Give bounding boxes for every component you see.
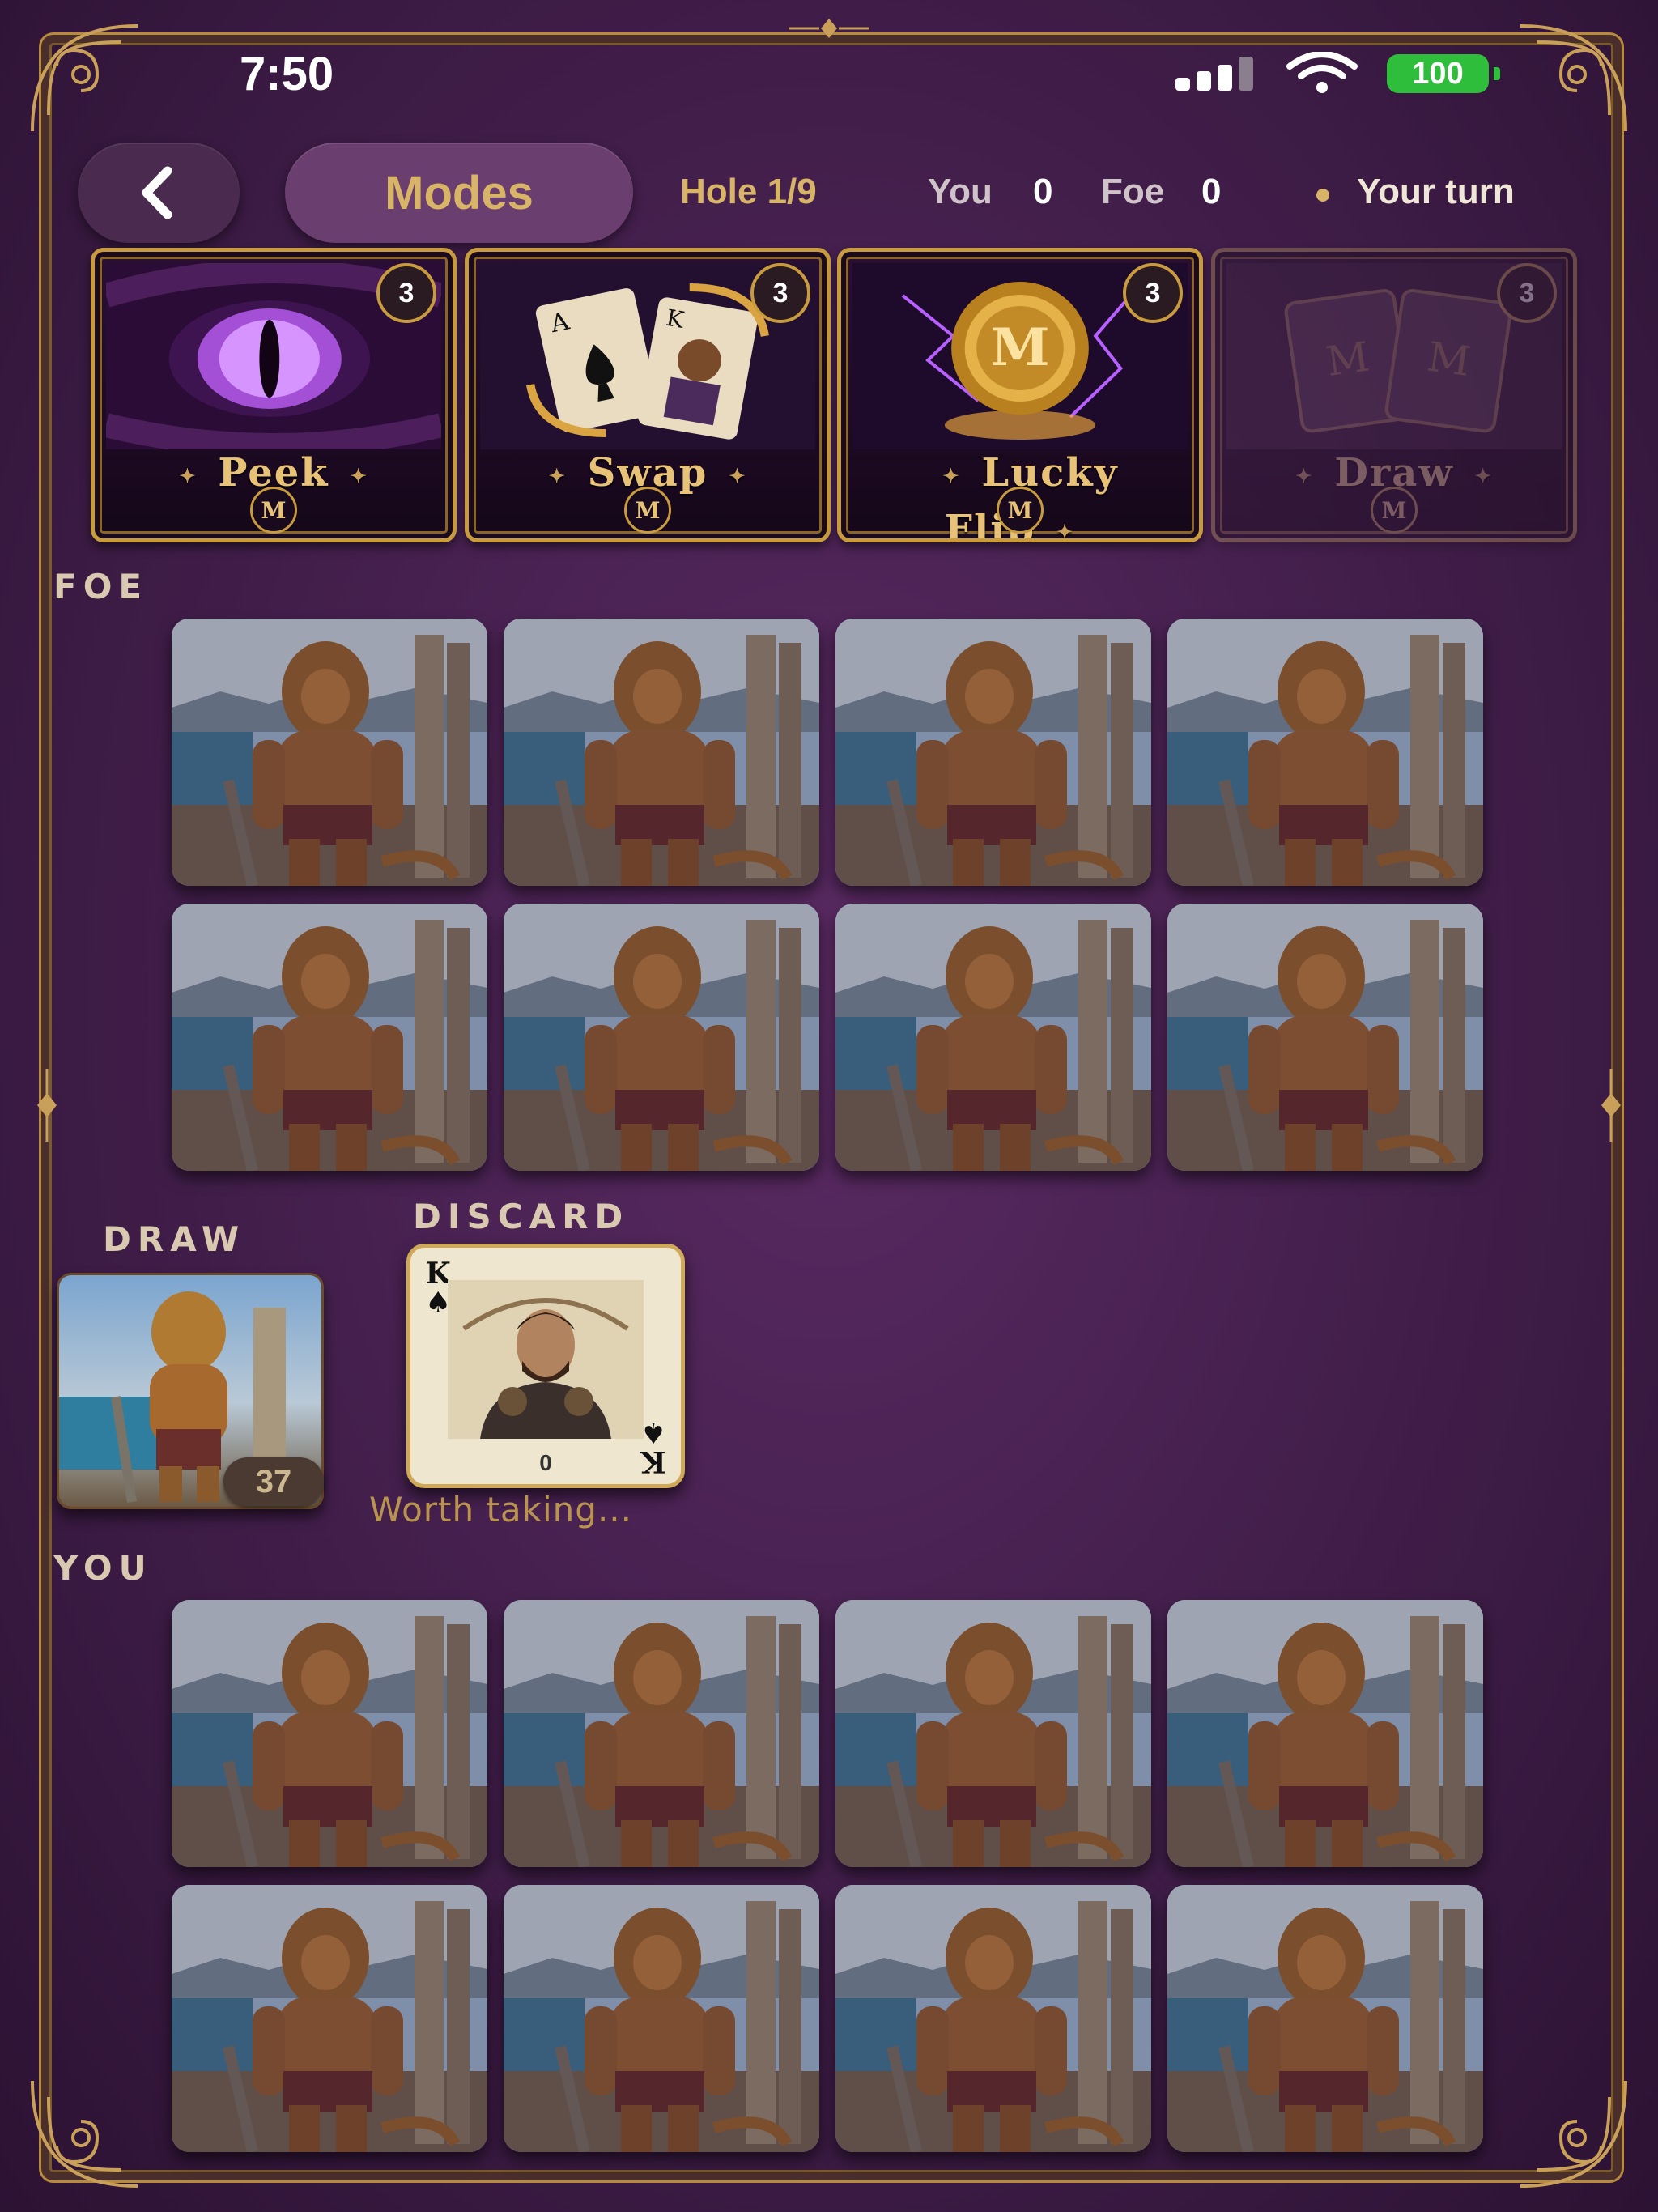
player-card-face-down[interactable] [172,1600,487,1867]
draw-pile-count-badge: 37 [223,1457,324,1506]
powerup-swap[interactable]: A K Swap 3 M [465,248,831,542]
foe-card-face-down[interactable] [172,619,487,886]
lion-warrior-card-back [835,1600,1151,1867]
battery-indicator: 100 [1387,54,1500,93]
card-rank: K [640,1444,666,1478]
lion-warrior-card-back [172,619,487,886]
status-time: 7:50 [240,48,334,100]
filigree-corner-icon [1512,2073,1634,2194]
lion-warrior-card-back [172,904,487,1171]
player-card-face-down[interactable] [835,1885,1151,2152]
foe-card-face-down[interactable] [835,904,1151,1171]
m-medallion-icon: M [997,487,1044,534]
filigree-corner-icon [24,2073,146,2194]
back-button[interactable] [78,143,240,243]
top-ornament-icon [789,16,869,40]
player-card-face-down[interactable] [1167,1600,1483,1867]
foe-card-face-down[interactable] [172,904,487,1171]
svg-text:M: M [990,317,1049,378]
lion-warrior-card-back [1167,1885,1483,2152]
powerup-count-badge: 3 [1123,263,1183,323]
card-rank-corner: K ♠ [640,1415,666,1478]
foe-card-face-down[interactable] [1167,904,1483,1171]
lion-warrior-card-back [504,1600,819,1867]
player-card-face-down[interactable] [504,1600,819,1867]
modes-button[interactable]: Modes [285,143,633,243]
svg-text:M: M [1424,333,1473,385]
foe-label: FOE [53,567,149,606]
player-card-face-down[interactable] [835,1600,1151,1867]
m-medallion-icon: M [624,487,671,534]
player-card-face-down[interactable] [1167,1885,1483,2152]
lion-warrior-card-back [835,904,1151,1171]
you-score-value: 0 [1033,172,1053,211]
lion-warrior-card-back [504,619,819,886]
player-card-face-down[interactable] [172,1885,487,2152]
lion-warrior-card-back [504,904,819,1171]
discard-pile-top-card[interactable]: K ♠ 0 K ♠ [406,1244,685,1488]
chevron-left-icon [142,166,172,219]
m-medallion-icon: M [1371,487,1418,534]
hint-text: Worth taking... [369,1490,632,1529]
lion-warrior-card-back [1167,904,1483,1171]
foe-card-face-down[interactable] [1167,619,1483,886]
lion-warrior-card-back [172,1600,487,1867]
battery-level: 100 [1412,56,1464,91]
hole-indicator: Hole 1/9 [680,172,817,211]
wifi-icon [1283,51,1361,94]
m-medallion-icon: M [250,487,297,534]
you-score-label: You [928,172,993,211]
lion-warrior-card-back [504,1885,819,2152]
foe-card-face-down[interactable] [504,904,819,1171]
you-label: YOU [53,1548,153,1588]
filigree-corner-icon [1512,18,1634,139]
powerup-count-badge: 3 [750,263,810,323]
player-card-face-down[interactable] [504,1885,819,2152]
foe-score-value: 0 [1201,172,1222,211]
powerup-count-badge: 3 [1497,263,1557,323]
foe-card-face-down[interactable] [835,619,1151,886]
lion-warrior-card-back [835,619,1151,886]
discard-pile-label: DISCARD [413,1197,630,1236]
warrior-portrait-icon [448,1280,644,1439]
powerup-count-badge: 3 [376,263,436,323]
lion-warrior-card-back [172,1885,487,2152]
powerup-peek[interactable]: Peek 3 M [91,248,457,542]
cellular-signal-icon [1175,57,1260,91]
turn-indicator-dot [1316,189,1329,202]
filigree-corner-icon [24,18,146,139]
draw-pile-label: DRAW [103,1219,246,1259]
foe-card-face-down[interactable] [504,619,819,886]
side-ornament-icon [1595,1069,1627,1142]
side-ornament-icon [31,1069,63,1142]
spade-suit-icon: ♠ [640,1415,666,1449]
turn-status: Your turn [1357,172,1515,211]
powerup-draw[interactable]: M M Draw 3 M [1211,248,1577,542]
svg-text:M: M [1323,333,1372,385]
lion-warrior-card-back [1167,1600,1483,1867]
foe-score-label: Foe [1101,172,1165,211]
lion-warrior-card-back [835,1885,1151,2152]
lion-warrior-card-back [1167,619,1483,886]
powerup-lucky-flip[interactable]: M Lucky Flip 3 M [837,248,1203,542]
